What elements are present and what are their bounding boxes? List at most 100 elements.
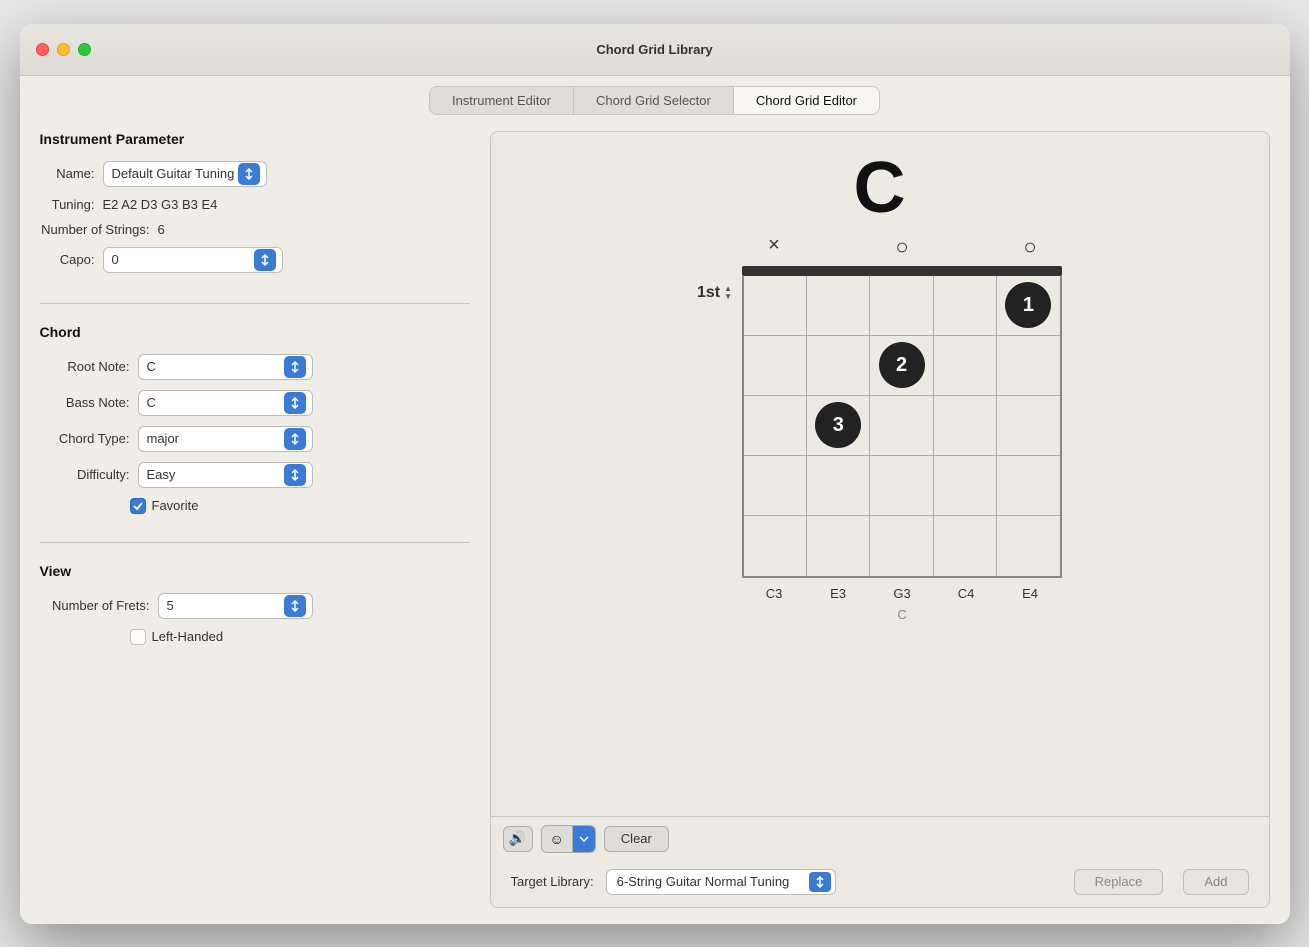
string-label-1: E3 [812,586,864,601]
difficulty-row: Difficulty: Easy [40,462,470,488]
fret-cell[interactable]: 1 [997,276,1060,336]
maximize-button[interactable] [78,43,91,56]
frets-label: Number of Frets: [40,598,150,613]
target-label: Target Library: [511,874,594,889]
type-label: Chord Type: [40,431,130,446]
fret-cell[interactable] [744,456,807,516]
left-panel: Instrument Parameter Name: Default Guita… [40,131,470,908]
name-select-arrow [238,163,260,185]
smiley-dropdown-arrow[interactable] [573,826,595,852]
capo-select[interactable]: 0 [103,247,283,273]
fret-cell[interactable] [807,276,870,336]
bass-label: Bass Note: [40,395,130,410]
bass-select[interactable]: C [138,390,313,416]
fret-cell[interactable]: 2 [870,336,933,396]
fret-cell[interactable]: 3 [807,396,870,456]
frets-row: Number of Frets: 5 [40,593,470,619]
string-label-3: C4 [940,586,992,601]
fret-cell[interactable] [997,336,1060,396]
string-markers: × ○ ○ [742,234,1062,260]
strings-label: Number of Strings: [40,222,150,237]
tab-chord-grid-selector[interactable]: Chord Grid Selector [574,86,734,115]
chord-display: C 1st ▲ ▼ × [491,132,1269,816]
target-library-row: Target Library: 6-String Guitar Normal T… [491,861,1269,907]
smiley-button[interactable]: ☺ [541,825,596,853]
string-marker-3[interactable] [940,234,992,260]
chord-name: C [854,152,906,224]
name-label: Name: [40,166,95,181]
fret-cell[interactable] [997,516,1060,576]
fret-cell[interactable] [870,276,933,336]
type-select[interactable]: major [138,426,313,452]
fret-stepper[interactable]: ▲ ▼ [724,285,732,301]
name-select[interactable]: Default Guitar Tuning [103,161,268,187]
tuning-label: Tuning: [40,197,95,212]
close-button[interactable] [36,43,49,56]
bass-value: C [147,395,280,410]
favorite-checkbox[interactable] [130,498,146,514]
string-marker-1[interactable] [812,234,864,260]
left-handed-checkbox[interactable] [130,629,146,645]
root-value: C [147,359,280,374]
title-bar: Chord Grid Library [20,24,1290,76]
fret-cell[interactable] [997,456,1060,516]
frets-select[interactable]: 5 [158,593,313,619]
capo-row: Capo: 0 [40,247,470,273]
main-content: Instrument Parameter Name: Default Guita… [20,115,1290,924]
fret-cell[interactable] [744,516,807,576]
fret-cell[interactable] [934,396,997,456]
fret-cell[interactable] [807,456,870,516]
instrument-section-title: Instrument Parameter [40,131,470,147]
add-button[interactable]: Add [1183,869,1248,895]
chord-grid[interactable]: 1 2 [742,266,1062,578]
fret-cell[interactable] [744,276,807,336]
fret-cell[interactable] [807,336,870,396]
difficulty-value: Easy [147,467,280,482]
bass-row: Bass Note: C [40,390,470,416]
bottom-toolbar: 🔊 ☺ Clear [491,816,1269,861]
finger-dot-1[interactable]: 1 [1005,282,1051,328]
tab-instrument-editor[interactable]: Instrument Editor [429,86,574,115]
replace-button[interactable]: Replace [1074,869,1164,895]
root-row: Root Note: C [40,354,470,380]
capo-value: 0 [112,252,250,267]
frets-select-arrow [284,595,306,617]
fret-cell[interactable] [870,396,933,456]
speaker-icon: 🔊 [509,830,526,847]
tab-chord-grid-editor[interactable]: Chord Grid Editor [734,86,880,115]
window-title: Chord Grid Library [596,42,712,57]
root-select-arrow [284,356,306,378]
fret-cell[interactable] [934,336,997,396]
string-label-2: G3 [876,586,928,601]
string-marker-2[interactable]: ○ [876,234,928,260]
string-label-4: E4 [1004,586,1056,601]
root-select[interactable]: C [138,354,313,380]
root-label: Root Note: [40,359,130,374]
finger-dot-2[interactable]: 2 [879,342,925,388]
fret-grid[interactable]: 1 2 [742,276,1062,578]
string-marker-0[interactable]: × [748,234,800,260]
string-marker-4[interactable]: ○ [1004,234,1056,260]
target-library-select[interactable]: 6-String Guitar Normal Tuning [606,869,836,895]
left-handed-row: Left-Handed [130,629,470,645]
nut-bar [742,266,1062,276]
fret-cell[interactable] [744,336,807,396]
fret-cell[interactable] [934,456,997,516]
left-handed-label: Left-Handed [152,629,224,644]
clear-button[interactable]: Clear [604,826,669,852]
difficulty-select-arrow [284,464,306,486]
target-library-value: 6-String Guitar Normal Tuning [617,874,809,889]
fret-cell[interactable] [870,516,933,576]
fret-cell[interactable] [934,516,997,576]
strings-row: Number of Strings: 6 [40,222,470,237]
speaker-button[interactable]: 🔊 [503,826,533,852]
finger-dot-3[interactable]: 3 [815,402,861,448]
type-row: Chord Type: major [40,426,470,452]
difficulty-select[interactable]: Easy [138,462,313,488]
fret-cell[interactable] [934,276,997,336]
fret-cell[interactable] [744,396,807,456]
fret-cell[interactable] [807,516,870,576]
fret-cell[interactable] [870,456,933,516]
minimize-button[interactable] [57,43,70,56]
fret-cell[interactable] [997,396,1060,456]
